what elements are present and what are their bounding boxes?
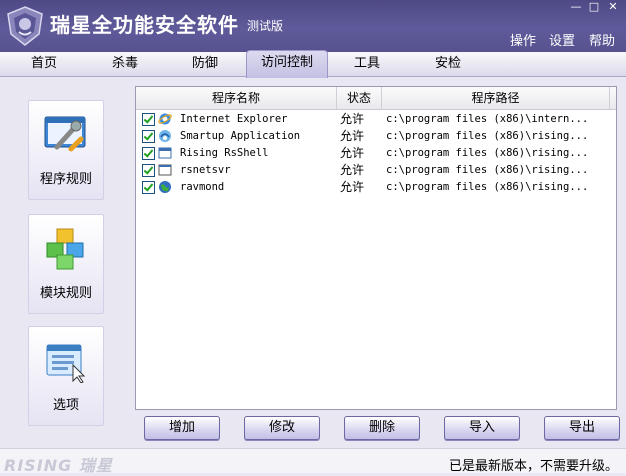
ravmond-icon (159, 181, 171, 193)
menu-settings[interactable]: 设置 (549, 30, 575, 49)
table-row[interactable]: Rising RsShell 允许 c:\program files (x86)… (136, 145, 616, 162)
maximize-button[interactable]: □ (587, 1, 601, 13)
rising-lion-logo-icon (7, 6, 43, 46)
column-header-path[interactable]: 程序路径 (382, 87, 610, 109)
tab-security-check[interactable]: 安检 (408, 52, 488, 76)
table-row[interactable]: Internet Explorer 允许 c:\program files (x… (136, 111, 616, 128)
export-button[interactable]: 导出 (544, 416, 620, 440)
tab-tools[interactable]: 工具 (327, 52, 407, 76)
program-path: c:\program files (x86)\rising... (386, 181, 589, 193)
app-title: 瑞星全功能安全软件 (50, 13, 239, 37)
row-checkbox[interactable] (142, 164, 155, 177)
sidebar-item-module-rules[interactable]: 模块规则 (28, 214, 104, 314)
row-checkbox[interactable] (142, 130, 155, 143)
rising-brand-logo: RISING 瑞星 (4, 456, 113, 475)
program-path: c:\program files (x86)\rising... (386, 130, 589, 142)
program-list[interactable]: 程序名称 状态 程序路径 Internet Explorer 允许 c:\pro… (135, 86, 617, 410)
sidebar-item-label: 选项 (52, 398, 79, 413)
program-name: Rising RsShell (180, 147, 269, 159)
column-header-status[interactable]: 状态 (337, 87, 382, 109)
table-row[interactable]: ravmond 允许 c:\program files (x86)\rising… (136, 179, 616, 196)
program-name: Internet Explorer (180, 113, 288, 125)
tab-access-control[interactable]: 访问控制 (246, 50, 328, 78)
program-status: 允许 (340, 163, 365, 177)
edit-button[interactable]: 修改 (244, 416, 320, 440)
program-path: c:\program files (x86)\rising... (386, 147, 589, 159)
program-status: 允许 (340, 112, 365, 126)
row-checkbox[interactable] (142, 147, 155, 160)
edition-label: 测试版 (247, 19, 284, 33)
delete-button[interactable]: 删除 (344, 416, 420, 440)
title-bar: 瑞星全功能安全软件 测试版 — □ ✕ 操作 设置 帮助 (0, 0, 626, 52)
row-checkbox[interactable] (142, 113, 155, 126)
update-status-text: 已是最新版本，不需要升级。 (448, 459, 618, 474)
program-path: c:\program files (x86)\intern... (386, 113, 589, 125)
status-bar: RISING 瑞星 已是最新版本，不需要升级。 (0, 448, 626, 475)
sidebar-item-program-rules[interactable]: 程序规则 (28, 100, 104, 200)
sidebar-item-label: 模块规则 (39, 286, 92, 301)
rsnetsvr-icon (158, 164, 172, 176)
program-status: 允许 (340, 180, 365, 194)
menu-operate[interactable]: 操作 (510, 30, 536, 49)
rsshell-icon (158, 147, 172, 159)
minimize-button[interactable]: — (569, 1, 583, 13)
sidebar-item-label: 程序规则 (39, 172, 92, 187)
program-name: rsnetsvr (180, 164, 231, 176)
sidebar-item-options[interactable]: 选项 (28, 326, 104, 426)
program-name: ravmond (180, 181, 225, 193)
table-row[interactable]: rsnetsvr 允许 c:\program files (x86)\risin… (136, 162, 616, 179)
menu-help[interactable]: 帮助 (589, 30, 615, 49)
row-checkbox[interactable] (142, 181, 155, 194)
program-status: 允许 (340, 146, 365, 160)
close-button[interactable]: ✕ (606, 1, 620, 13)
program-rules-icon (44, 116, 86, 152)
options-icon (46, 344, 86, 383)
column-header-name[interactable]: 程序名称 (136, 87, 337, 109)
module-rules-icon (46, 228, 84, 270)
smartup-icon (159, 130, 171, 142)
program-name: Smartup Application (180, 130, 301, 142)
program-path: c:\program files (x86)\rising... (386, 164, 589, 176)
table-row[interactable]: Smartup Application 允许 c:\program files … (136, 128, 616, 145)
program-status: 允许 (340, 129, 365, 143)
tab-defense[interactable]: 防御 (165, 52, 245, 76)
table-header: 程序名称 状态 程序路径 (136, 87, 616, 110)
add-button[interactable]: 增加 (144, 416, 220, 440)
import-button[interactable]: 导入 (444, 416, 520, 440)
tab-scan[interactable]: 杀毒 (85, 52, 165, 76)
tab-home[interactable]: 首页 (4, 52, 84, 76)
main-tabs: 首页 杀毒 防御 访问控制 工具 安检 (0, 50, 626, 78)
internet-explorer-icon (158, 113, 172, 125)
